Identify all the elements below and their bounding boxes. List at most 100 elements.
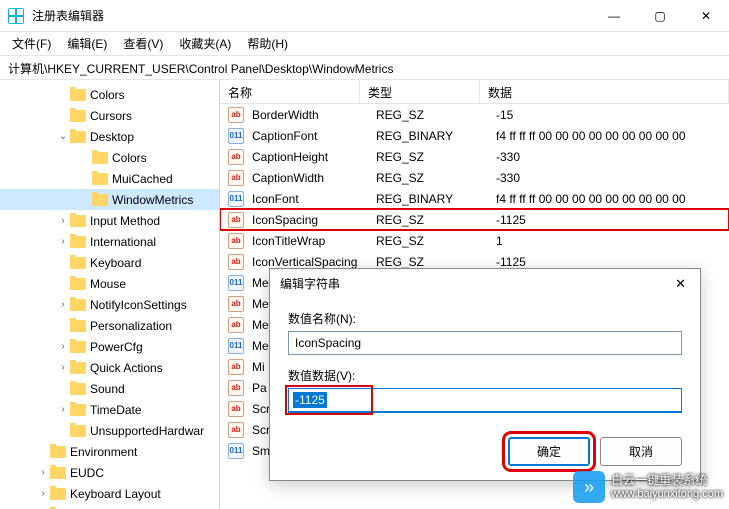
tree-item[interactable]: Mouse	[0, 273, 219, 294]
table-row[interactable]: 011IconFontREG_BINARYf4 ff ff ff 00 00 0…	[220, 188, 729, 209]
chevron-icon: ›	[56, 341, 70, 352]
tree-item[interactable]: ›Quick Actions	[0, 357, 219, 378]
cell-data: -330	[492, 171, 729, 185]
titlebar: 注册表编辑器 ― ▢ ✕	[0, 0, 729, 32]
cell-data: f4 ff ff ff 00 00 00 00 00 00 00 00 00	[492, 192, 729, 206]
menu-file[interactable]: 文件(F)	[4, 32, 59, 55]
menu-view[interactable]: 查看(V)	[115, 32, 171, 55]
menu-favorites[interactable]: 收藏夹(A)	[171, 32, 239, 55]
table-row[interactable]: abBorderWidthREG_SZ-15	[220, 104, 729, 125]
value-name-input[interactable]	[288, 331, 682, 355]
folder-icon	[70, 404, 86, 416]
cell-type: REG_SZ	[372, 255, 492, 269]
cell-type: REG_SZ	[372, 234, 492, 248]
tree-label: Mouse	[90, 277, 130, 291]
value-type-icon: 011	[228, 443, 244, 459]
cell-data: 1	[492, 234, 729, 248]
table-row[interactable]: abIconTitleWrapREG_SZ1	[220, 230, 729, 251]
folder-icon	[70, 278, 86, 290]
ok-button[interactable]: 确定	[508, 437, 590, 466]
cell-name: IconVerticalSpacing	[248, 255, 372, 269]
value-type-icon: ab	[228, 359, 244, 375]
address-bar[interactable]: 计算机\HKEY_CURRENT_USER\Control Panel\Desk…	[0, 56, 729, 80]
chevron-icon: ›	[36, 467, 50, 478]
table-row[interactable]: abIconSpacingREG_SZ-1125	[220, 209, 729, 230]
tree-label: EUDC	[70, 466, 108, 480]
tree-item[interactable]: ›Input Method	[0, 210, 219, 231]
cell-name: CaptionWidth	[248, 171, 372, 185]
tree-item[interactable]: UnsupportedHardwar	[0, 420, 219, 441]
tree-item[interactable]: ›Keyboard Layout	[0, 483, 219, 504]
tree-item[interactable]: Colors	[0, 84, 219, 105]
cell-data: -15	[492, 108, 729, 122]
col-header-name[interactable]: 名称	[220, 80, 360, 103]
table-row[interactable]: abCaptionWidthREG_SZ-330	[220, 167, 729, 188]
value-data-label: 数值数据(V):	[288, 367, 682, 384]
tree-item[interactable]: MuiCached	[0, 168, 219, 189]
table-row[interactable]: abCaptionHeightREG_SZ-330	[220, 146, 729, 167]
value-type-icon: ab	[228, 254, 244, 270]
app-icon	[8, 8, 24, 24]
tree-item[interactable]: ›PowerCfg	[0, 336, 219, 357]
tree-item[interactable]: › NotifyIconSettings	[0, 294, 219, 315]
value-type-icon: ab	[228, 380, 244, 396]
chevron-icon: ›	[36, 488, 50, 499]
value-data-input[interactable]: -1125	[288, 388, 682, 413]
menu-edit[interactable]: 编辑(E)	[59, 32, 115, 55]
value-type-icon: 011	[228, 275, 244, 291]
watermark-line2: www.baiyunxitong.com	[611, 488, 723, 500]
tree-item[interactable]: Environment	[0, 441, 219, 462]
tree-item[interactable]: Sound	[0, 378, 219, 399]
tree-label: NotifyIconSettings	[90, 298, 191, 312]
cell-name: IconFont	[248, 192, 372, 206]
chevron-icon: ⌄	[56, 131, 70, 142]
tree-label: TimeDate	[90, 403, 146, 417]
tree-label: MuiCached	[112, 172, 177, 186]
tree-label: Sound	[90, 382, 129, 396]
edit-string-dialog: 编辑字符串 ✕ 数值名称(N): 数值数据(V): -1125 确定 取消	[269, 268, 701, 481]
tree-item[interactable]: Cursors	[0, 105, 219, 126]
maximize-button[interactable]: ▢	[637, 0, 683, 32]
cell-type: REG_SZ	[372, 171, 492, 185]
tree-label: Personalization	[90, 319, 176, 333]
tree-item[interactable]: ›Network	[0, 504, 219, 509]
col-header-type[interactable]: 类型	[360, 80, 480, 103]
cell-name: IconSpacing	[248, 213, 372, 227]
tree-item[interactable]: Personalization	[0, 315, 219, 336]
tree-item[interactable]: › EUDC	[0, 462, 219, 483]
tree-label: International	[90, 235, 160, 249]
folder-icon	[92, 194, 108, 206]
tree-label: Keyboard	[90, 256, 145, 270]
tree-item[interactable]: ›International	[0, 231, 219, 252]
tree-item[interactable]: Keyboard	[0, 252, 219, 273]
folder-icon	[50, 467, 66, 479]
folder-icon	[70, 425, 86, 437]
dialog-title-text: 编辑字符串	[280, 275, 340, 292]
tree-item[interactable]: WindowMetrics	[0, 189, 219, 210]
menu-help[interactable]: 帮助(H)	[239, 32, 296, 55]
watermark-text: 白云一键重装系统 www.baiyunxitong.com	[611, 474, 723, 499]
tree-pane[interactable]: ColorsCursors⌄DesktopColorsMuiCachedWind…	[0, 80, 220, 509]
folder-icon	[70, 383, 86, 395]
tree-label: Environment	[70, 445, 141, 459]
dialog-titlebar: 编辑字符串 ✕	[270, 269, 700, 298]
table-row[interactable]: 011CaptionFontREG_BINARYf4 ff ff ff 00 0…	[220, 125, 729, 146]
tree-item[interactable]: ›TimeDate	[0, 399, 219, 420]
col-header-data[interactable]: 数据	[480, 80, 729, 103]
tree-item[interactable]: Colors	[0, 147, 219, 168]
folder-icon	[70, 341, 86, 353]
folder-icon	[70, 131, 86, 143]
cell-data: -330	[492, 150, 729, 164]
value-type-icon: 011	[228, 338, 244, 354]
cancel-button[interactable]: 取消	[600, 437, 682, 466]
watermark-logo-icon: »	[573, 471, 605, 503]
tree-label: Desktop	[90, 130, 138, 144]
dialog-close-button[interactable]: ✕	[671, 276, 690, 292]
minimize-button[interactable]: ―	[591, 0, 637, 32]
tree-item[interactable]: ⌄ Desktop	[0, 126, 219, 147]
folder-icon	[50, 446, 66, 458]
chevron-icon: ›	[56, 299, 70, 310]
close-button[interactable]: ✕	[683, 0, 729, 32]
watermark: » 白云一键重装系统 www.baiyunxitong.com	[573, 471, 723, 503]
list-header: 名称 类型 数据	[220, 80, 729, 104]
